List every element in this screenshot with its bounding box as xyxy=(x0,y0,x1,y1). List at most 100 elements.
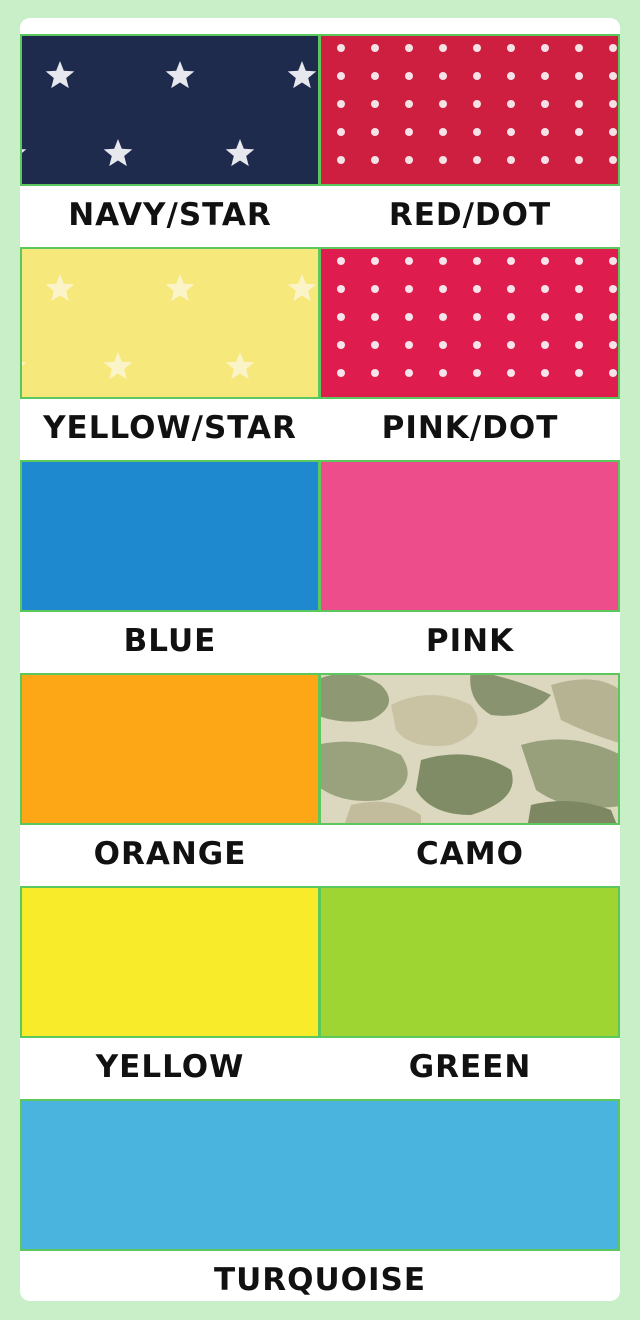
star-motif xyxy=(225,139,255,167)
label-turquoise: TURQUOISE xyxy=(213,1262,427,1298)
dot-motif xyxy=(371,156,379,164)
swatch-orange xyxy=(20,673,320,825)
dot-motif xyxy=(371,257,379,265)
star-motif xyxy=(103,352,133,380)
dot-motif xyxy=(337,128,345,136)
dot-motif xyxy=(337,341,345,349)
dot-motif xyxy=(473,313,481,321)
label-yellow: YELLOW xyxy=(95,1049,245,1085)
dot-motif xyxy=(541,285,549,293)
dot-motif xyxy=(337,257,345,265)
dot-motif xyxy=(609,313,617,321)
dot-motif xyxy=(507,369,515,377)
dot-motif xyxy=(609,285,617,293)
dot-motif xyxy=(541,257,549,265)
dot-motif xyxy=(473,257,481,265)
dot-motif xyxy=(405,369,413,377)
dot-motif xyxy=(405,257,413,265)
dot-motif xyxy=(439,128,447,136)
label-red-dot: RED/DOT xyxy=(388,197,552,233)
dot-motif xyxy=(337,72,345,80)
label-yellow-star: YELLOW/STAR xyxy=(43,410,297,446)
swatch-blue xyxy=(20,460,320,612)
dot-motif xyxy=(473,128,481,136)
dot-motif xyxy=(439,156,447,164)
star-motif xyxy=(22,362,27,366)
swatch-pink xyxy=(320,460,620,612)
dot-motif xyxy=(541,100,549,108)
dot-motif xyxy=(609,156,617,164)
star-motif xyxy=(103,139,133,167)
dot-motif xyxy=(405,341,413,349)
label-green: GREEN xyxy=(408,1049,532,1085)
dot-motif xyxy=(541,44,549,52)
dot-motif xyxy=(473,285,481,293)
swatch-camo xyxy=(320,673,620,825)
dot-motif xyxy=(473,156,481,164)
color-row: BLUE PINK xyxy=(20,460,620,673)
dot-motif xyxy=(337,100,345,108)
dot-motif xyxy=(439,100,447,108)
dot-motif xyxy=(575,369,583,377)
dot-motif xyxy=(541,72,549,80)
dot-motif xyxy=(575,72,583,80)
dot-motif xyxy=(575,285,583,293)
star-motif xyxy=(287,61,317,89)
dot-motif xyxy=(439,313,447,321)
camo-blob xyxy=(416,754,513,815)
dot-motif xyxy=(575,341,583,349)
color-row: YELLOW GREEN xyxy=(20,886,620,1099)
dot-motif xyxy=(541,341,549,349)
dot-motif xyxy=(371,72,379,80)
dot-motif xyxy=(609,44,617,52)
dot-motif xyxy=(371,369,379,377)
dot-motif xyxy=(609,341,617,349)
dot-motif xyxy=(337,285,345,293)
dot-motif xyxy=(609,100,617,108)
dot-motif xyxy=(541,313,549,321)
dot-motif xyxy=(439,257,447,265)
dot-motif xyxy=(405,44,413,52)
dot-motif xyxy=(609,369,617,377)
label-pink-dot: PINK/DOT xyxy=(381,410,559,446)
dot-motif xyxy=(507,313,515,321)
camo-blob xyxy=(391,695,478,746)
dot-motif xyxy=(405,285,413,293)
dot-motif xyxy=(541,156,549,164)
dot-motif xyxy=(507,128,515,136)
dot-motif xyxy=(405,128,413,136)
dot-motif xyxy=(609,128,617,136)
dot-motif xyxy=(507,285,515,293)
dot-motif xyxy=(575,44,583,52)
dot-motif xyxy=(405,72,413,80)
dot-motif xyxy=(371,128,379,136)
label-orange: ORANGE xyxy=(93,836,247,872)
dot-motif xyxy=(473,341,481,349)
swatch-yellow xyxy=(20,886,320,1038)
label-blue: BLUE xyxy=(123,623,217,659)
star-motif xyxy=(45,61,75,89)
label-camo: CAMO xyxy=(416,836,524,872)
dot-motif xyxy=(575,128,583,136)
dot-motif xyxy=(541,128,549,136)
dot-motif xyxy=(405,100,413,108)
camo-blob xyxy=(345,801,421,823)
color-row: TURQUOISE xyxy=(20,1099,620,1312)
color-row: ORANGE CAMO xyxy=(20,673,620,886)
label-pink: PINK xyxy=(425,623,515,659)
dot-motif xyxy=(575,156,583,164)
color-row: YELLOW/STAR PINK/DOT xyxy=(20,247,620,460)
color-chart-card: NAVY/STAR RED/DOT YELLOW/STAR PINK/DOT B… xyxy=(20,18,620,1301)
dot-motif xyxy=(337,313,345,321)
dot-motif xyxy=(507,341,515,349)
swatch-navy-star xyxy=(20,34,320,186)
dot-motif xyxy=(575,257,583,265)
dot-motif xyxy=(337,156,345,164)
swatch-yellow-star xyxy=(20,247,320,399)
dot-motif xyxy=(507,156,515,164)
dot-motif xyxy=(439,369,447,377)
camo-blob xyxy=(521,739,618,808)
dot-motif xyxy=(507,100,515,108)
dot-motif xyxy=(575,313,583,321)
swatch-red-dot xyxy=(320,34,620,186)
